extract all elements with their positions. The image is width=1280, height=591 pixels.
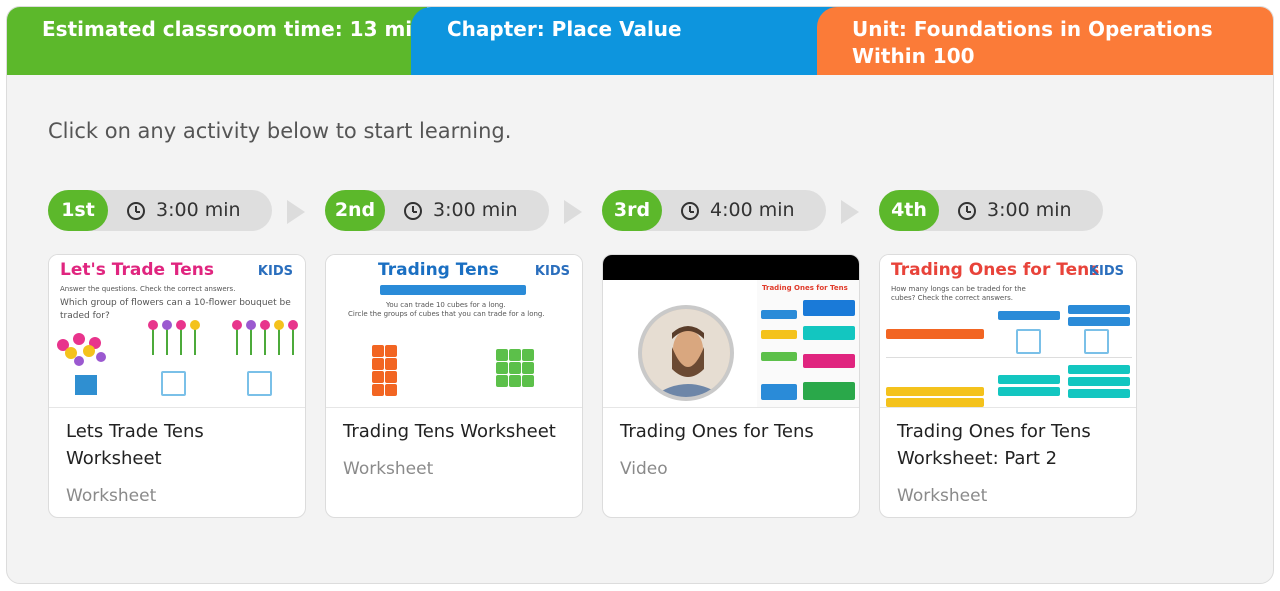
step-arrow-icon <box>564 200 582 224</box>
presenter-avatar <box>638 305 734 401</box>
cubes-illustration <box>372 345 534 396</box>
step-duration: 3:00 min <box>987 199 1072 221</box>
step-3-pill: 3rd 4:00 min <box>602 190 826 231</box>
video-black-bar <box>603 255 859 280</box>
step-duration: 3:00 min <box>433 199 518 221</box>
thumbnail-instruction: How many longs can be traded for the cub… <box>891 285 1026 302</box>
activity-card-3[interactable]: Trading Ones for Tens Trading Ones for T… <box>602 254 860 518</box>
thumbnail-heading: Trading Tens <box>378 260 499 280</box>
step-2-pill: 2nd 3:00 min <box>325 190 549 231</box>
answer-checkbox <box>1016 329 1041 354</box>
thumbnail-instruction: Answer the questions. Check the correct … <box>60 285 236 293</box>
step-ordinal: 3rd <box>602 190 662 231</box>
thumbnail-question: Circle the groups of cubes that you can … <box>348 310 545 318</box>
answer-checkbox <box>247 371 272 396</box>
card-title: Trading Ones for Tens <box>620 421 814 442</box>
card-type: Video <box>620 459 668 479</box>
card-title: Trading Ones for Tens Worksheet: Part 2 <box>897 421 1091 469</box>
intro-text: Click on any activity below to start lea… <box>48 119 512 143</box>
unit-tab[interactable]: Unit: Foundations in Operations Within 1… <box>817 7 1273 75</box>
step-4-pill: 4th 3:00 min <box>879 190 1103 231</box>
clock-icon <box>404 202 422 220</box>
estimated-time-tab: Estimated classroom time: 13 min <box>7 7 427 75</box>
activity-card-1[interactable]: Let's Trade Tens KIDS Answer the questio… <box>48 254 306 518</box>
kids-logo: KIDS <box>1088 264 1124 279</box>
card-title: Trading Tens Worksheet <box>343 421 556 442</box>
header-tabs: Estimated classroom time: 13 min Chapter… <box>7 7 1273 75</box>
thumbnail-instruction: You can trade 10 cubes for a long. <box>386 301 506 309</box>
step-duration: 4:00 min <box>710 199 795 221</box>
card-title: Lets Trade Tens Worksheet <box>66 421 204 469</box>
clock-icon <box>958 202 976 220</box>
step-ordinal: 2nd <box>325 190 385 231</box>
chapter-tab[interactable]: Chapter: Place Value <box>411 7 841 75</box>
activity-card-4[interactable]: Trading Ones for Tens KIDS How many long… <box>879 254 1137 518</box>
step-1-pill: 1st 3:00 min <box>48 190 272 231</box>
clock-icon <box>681 202 699 220</box>
video-thumbnail[interactable]: Trading Ones for Tens <box>603 255 859 408</box>
step-duration: 3:00 min <box>156 199 241 221</box>
clock-icon <box>127 202 145 220</box>
activity-card-2[interactable]: Trading Tens KIDS You can trade 10 cubes… <box>325 254 583 518</box>
tens-long-image <box>380 285 526 295</box>
step-ordinal: 4th <box>879 190 939 231</box>
card-type: Worksheet <box>897 486 988 506</box>
activity-panel: Estimated classroom time: 13 min Chapter… <box>6 6 1274 584</box>
worksheet-thumbnail[interactable]: Trading Tens KIDS You can trade 10 cubes… <box>326 255 582 408</box>
card-type: Worksheet <box>66 486 157 506</box>
video-worksheet-heading: Trading Ones for Tens <box>762 284 848 292</box>
thumbnail-heading: Trading Ones for Tens <box>891 260 1100 280</box>
thumbnail-heading: Let's Trade Tens <box>60 260 215 280</box>
worksheet-thumbnail[interactable]: Let's Trade Tens KIDS Answer the questio… <box>49 255 305 408</box>
kids-logo: KIDS <box>257 264 293 279</box>
step-arrow-icon <box>287 200 305 224</box>
worksheet-thumbnail[interactable]: Trading Ones for Tens KIDS How many long… <box>880 255 1136 408</box>
answer-checkbox <box>1084 329 1109 354</box>
kids-logo: KIDS <box>534 264 570 279</box>
step-ordinal: 1st <box>48 190 108 231</box>
step-arrow-icon <box>841 200 859 224</box>
video-worksheet-panel: Trading Ones for Tens <box>757 280 859 407</box>
card-type: Worksheet <box>343 459 434 479</box>
answer-checkbox <box>161 371 186 396</box>
